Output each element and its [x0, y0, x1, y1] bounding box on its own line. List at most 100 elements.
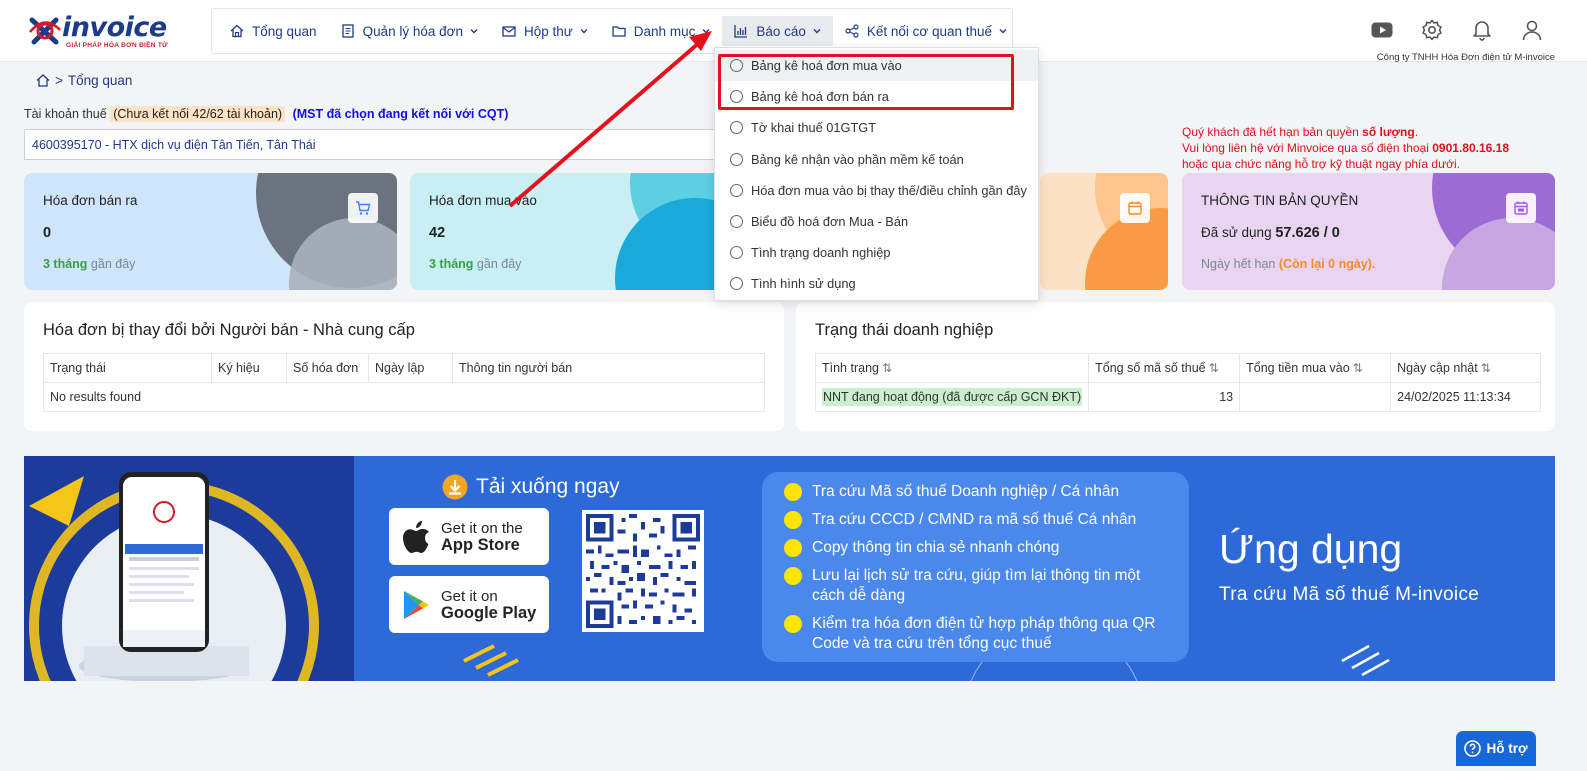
help-button[interactable]: Hỗ trợ [1456, 731, 1536, 766]
tax-account-label: Tài khoản thuế (Chưa kết nối 42/62 tài k… [24, 106, 508, 122]
apple-icon [403, 520, 429, 553]
nav-overview[interactable]: Tổng quan [218, 16, 329, 46]
user-button[interactable] [1507, 16, 1557, 44]
card-decoration [615, 173, 740, 290]
bar-chart-icon [734, 25, 748, 38]
sort-icon[interactable]: ⇅ [1481, 361, 1491, 375]
business-status-table: Tình trạng ⇅ Tổng số mã số thuế ⇅ Tổng tiề… [814, 353, 1542, 412]
column-header[interactable]: Ngày lập [368, 353, 453, 383]
mail-icon [502, 26, 516, 37]
home-icon[interactable] [36, 74, 50, 87]
google-play-text: Get it on Google Play [441, 588, 536, 622]
calendar-button[interactable] [1120, 193, 1150, 223]
cell-status: NNT đang hoạt động (đã được cấp GCN ĐKT) [814, 382, 1090, 412]
bell-icon [1473, 21, 1491, 41]
download-title-text: Tải xuống ngay [476, 475, 620, 498]
notice-line-1: Quý khách đã hết hạn bản quyền số lượng. [1182, 124, 1509, 140]
notice-text: Quý khách đã hết hạn bản quyền [1182, 125, 1363, 139]
column-header[interactable]: Trạng thái [43, 353, 212, 383]
google-play-line1: Get it on [441, 587, 498, 605]
menu-item-accounting-import[interactable]: Bảng kê nhận vào phần mềm kế toán [715, 144, 1038, 175]
settings-button[interactable] [1407, 16, 1457, 44]
column-header-count[interactable]: Tổng số mã số thuế ⇅ [1088, 353, 1241, 383]
menu-item-usage[interactable]: Tình hình sử dụng [715, 268, 1038, 299]
sort-icon[interactable]: ⇅ [882, 361, 892, 375]
card-title: Hóa đơn mua vào [429, 193, 537, 208]
panel-changed-invoices: Hóa đơn bị thay đổi bởi Người bán - Nhà … [24, 302, 784, 431]
column-label: Tổng tiền mua vào [1246, 361, 1350, 375]
sort-icon[interactable]: ⇅ [1353, 361, 1363, 375]
nav-catalog[interactable]: Danh mục [600, 16, 723, 46]
menu-item-buy-sell-chart[interactable]: Biểu đồ hoá đơn Mua - Bán [715, 206, 1038, 237]
radio-icon [730, 246, 743, 260]
nav-mailbox[interactable]: Hộp thư [490, 16, 600, 46]
card-title: Hóa đơn bán ra [43, 193, 138, 208]
chevron-down-icon [580, 29, 588, 34]
chevron-down-icon [813, 29, 821, 34]
column-header[interactable]: Ký hiệu [211, 353, 287, 383]
license-usage-label: Đã sử dụng [1201, 225, 1276, 240]
card-orange[interactable] [1040, 173, 1168, 290]
breadcrumb: > Tổng quan [36, 73, 132, 88]
radio-icon [730, 121, 743, 135]
license-expiry-value: (Còn lại 0 ngày). [1278, 257, 1376, 271]
card-period: 3 tháng gần đây [429, 257, 521, 271]
logo-slogan: GIẢI PHÁP HÓA ĐƠN ĐIỆN TỬ [66, 42, 168, 49]
card-period-bold: 3 tháng [429, 257, 474, 271]
minvoice-logo[interactable]: invoice GIẢI PHÁP HÓA ĐƠN ĐIỆN TỬ [26, 12, 176, 52]
app-store-text: Get it on the App Store [441, 520, 523, 554]
table-row[interactable]: NNT đang hoạt động (đã được cấp GCN ĐKT)… [814, 382, 1542, 412]
menu-item-business-status[interactable]: Tình trạng doanh nghiệp [715, 237, 1038, 268]
menu-item-replaced-invoices[interactable]: Hóa đơn mua vào bị thay thế/điều chỉnh g… [715, 175, 1038, 206]
column-header-status[interactable]: Tình trạng ⇅ [814, 353, 1090, 383]
logo-mark-icon [29, 17, 61, 45]
nav-invoice-management[interactable]: Quản lý hóa đơn [329, 16, 490, 46]
google-play-line2: Google Play [441, 603, 537, 622]
status-badge: NNT đang hoạt động (đã được cấp GCN ĐKT) [822, 388, 1083, 406]
download-qr-code[interactable] [582, 510, 704, 632]
google-play-icon [404, 590, 429, 619]
changed-invoices-table: Trạng thái Ký hiệu Số hóa đơn Ngày lập T… [43, 353, 765, 412]
card-period: 3 tháng gần đây [43, 257, 135, 271]
feature-item: Tra cứu Mã số thuế Doanh nghiệp / Cá nhâ… [784, 482, 1189, 502]
cell-count: 13 [1088, 382, 1241, 412]
bullet-dot-icon [784, 539, 802, 557]
menu-item-sales-list[interactable]: Bảng kê hoá đơn bán ra [715, 81, 1038, 112]
chevron-down-icon [702, 29, 710, 34]
company-name: Công ty TNHH Hóa Đơn điện tử M-invoice [1376, 52, 1555, 63]
google-play-button[interactable]: Get it on Google Play [389, 576, 549, 633]
app-store-button[interactable]: Get it on the App Store [389, 508, 549, 565]
nav-tax-connection[interactable]: Kết nối cơ quan thuế [833, 16, 1019, 46]
calendar-icon [1514, 201, 1528, 215]
question-icon [1464, 740, 1482, 757]
calendar-button[interactable] [1506, 193, 1536, 223]
youtube-button[interactable] [1357, 16, 1407, 44]
tax-connection-warning: (Chưa kết nối 42/62 tài khoản) [110, 106, 286, 122]
menu-item-purchase-list[interactable]: Bảng kê hoá đơn mua vào [715, 50, 1038, 82]
folder-icon [612, 26, 626, 37]
notice-bold: số lượng [1362, 125, 1415, 139]
app-store-line1: Get it on the [441, 519, 523, 537]
sort-icon[interactable]: ⇅ [1209, 361, 1219, 375]
nav-tax-connection-label: Kết nối cơ quan thuế [866, 23, 993, 39]
feature-item: Copy thông tin chia sẻ nhanh chóng [784, 538, 1189, 558]
nav-reports[interactable]: Báo cáo [722, 16, 833, 46]
cart-icon [356, 201, 371, 215]
breadcrumb-current[interactable]: Tổng quan [68, 73, 133, 88]
card-purchase-invoices[interactable]: Hóa đơn mua vào 42 3 tháng gần đây [410, 173, 740, 290]
column-header[interactable]: Số hóa đơn [286, 353, 369, 383]
cart-button[interactable] [348, 193, 378, 223]
panel-business-status: Trạng thái doanh nghiệp Tình trạng ⇅ Tổng… [796, 302, 1555, 431]
column-header-amount[interactable]: Tổng tiền mua vào ⇅ [1239, 353, 1392, 383]
column-label: Tình trạng [822, 361, 879, 375]
notifications-button[interactable] [1457, 16, 1507, 44]
column-header[interactable]: Thông tin người bán [452, 353, 765, 383]
card-license-info[interactable]: THÔNG TIN BẢN QUYỀN Đã sử dụng 57.626 / … [1182, 173, 1555, 290]
tax-account-select[interactable]: 4600395170 - HTX dịch vụ điện Tân Tiến, … [24, 129, 724, 160]
column-header-updated[interactable]: Ngày cập nhật ⇅ [1390, 353, 1542, 383]
cell-updated: 24/02/2025 11:13:34 [1390, 382, 1542, 412]
card-sales-invoices[interactable]: Hóa đơn bán ra 0 3 tháng gần đây [24, 173, 397, 290]
menu-item-vat-declaration[interactable]: Tờ khai thuế 01GTGT [715, 112, 1038, 143]
card-period-text: gần đây [473, 257, 522, 271]
nav-mailbox-label: Hộp thư [523, 23, 573, 39]
